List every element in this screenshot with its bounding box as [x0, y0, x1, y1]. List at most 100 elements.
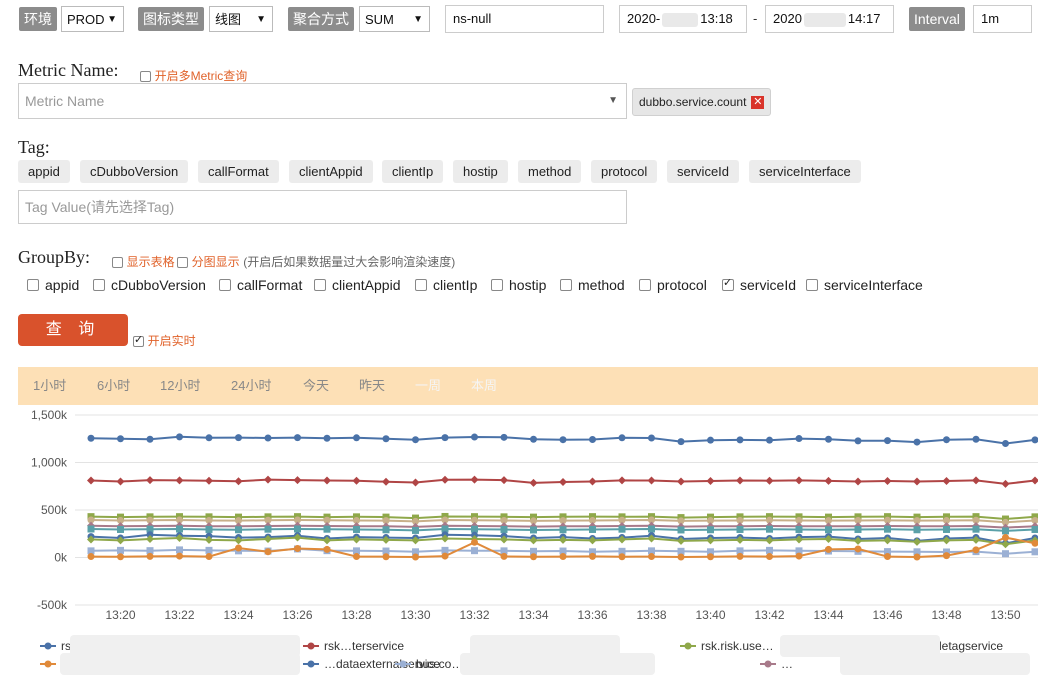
env-select[interactable]: PROD ▼ — [61, 6, 124, 32]
start-time-input[interactable]: 2020- 13:18 — [619, 5, 747, 33]
data-point — [382, 553, 390, 561]
realtime-checkbox[interactable] — [133, 333, 144, 348]
tag-chip-clientip[interactable]: clientIp — [382, 160, 444, 183]
tag-chip-hostip[interactable]: hostip — [453, 160, 508, 183]
data-point — [707, 526, 714, 534]
data-point — [648, 525, 655, 533]
y-tick-label: 0k — [54, 551, 68, 565]
data-point — [736, 552, 744, 560]
range-this-week[interactable]: 本周 — [471, 367, 497, 405]
tag-chip-callformat[interactable]: callFormat — [198, 160, 279, 183]
show-table-checkbox[interactable] — [112, 257, 123, 269]
groupby-option-label: cDubboVersion — [111, 277, 206, 293]
x-tick-label: 13:46 — [872, 608, 902, 622]
groupby-checkbox[interactable] — [219, 279, 231, 292]
data-point — [471, 538, 478, 546]
groupby-option-clientip[interactable]: clientIp — [415, 277, 477, 293]
data-point — [942, 477, 951, 486]
groupby-option-method[interactable]: method — [560, 277, 625, 293]
x-tick-label: 13:34 — [518, 608, 548, 622]
data-point — [412, 553, 419, 561]
data-point — [884, 525, 891, 533]
tag-chip-serviceinterface[interactable]: serviceInterface — [749, 160, 861, 183]
tag-chip-appid[interactable]: appid — [18, 160, 70, 183]
groupby-checkbox[interactable] — [314, 279, 326, 292]
groupby-checkbox[interactable] — [415, 279, 427, 292]
tag-chip-cdubboversion[interactable]: cDubboVersion — [80, 160, 189, 183]
tag-chip-serviceid[interactable]: serviceId — [667, 160, 740, 183]
data-point — [353, 553, 360, 561]
groupby-checkbox[interactable] — [560, 279, 572, 292]
data-point — [559, 477, 567, 486]
groupby-option-callformat[interactable]: callFormat — [219, 277, 302, 293]
groupby-option-hostip[interactable]: hostip — [491, 277, 546, 293]
data-point — [323, 434, 331, 442]
data-point — [972, 546, 980, 554]
data-point — [87, 476, 95, 485]
groupby-checkbox[interactable] — [722, 276, 734, 292]
redacted-mark — [803, 12, 846, 27]
groupby-option-cdubboversion[interactable]: cDubboVersion — [93, 277, 206, 293]
interval-label: Interval — [909, 7, 965, 31]
tag-chip-protocol[interactable]: protocol — [591, 160, 658, 183]
split-chart-toggle[interactable]: 分图显示 (开启后如果数据量过大会影响渲染速度) — [177, 253, 455, 270]
groupby-checkbox[interactable] — [27, 279, 39, 292]
groupby-checkbox[interactable] — [491, 279, 503, 292]
redacted-mark — [60, 653, 300, 675]
range-week[interactable]: 一周 — [415, 367, 441, 405]
data-point — [883, 477, 892, 486]
data-point — [1002, 550, 1009, 558]
data-point — [589, 552, 596, 560]
range-12h[interactable]: 12小时 — [160, 367, 200, 405]
aggregation-label: 聚合方式 — [288, 7, 354, 31]
namespace-input[interactable]: ns-null — [445, 5, 604, 33]
groupby-option-clientappid[interactable]: clientAppid — [314, 277, 401, 293]
end-time-input[interactable]: 2020 14:17 — [765, 5, 894, 33]
range-today[interactable]: 今天 — [303, 367, 329, 405]
query-button[interactable]: 查 询 — [18, 314, 128, 346]
groupby-option-label: method — [578, 277, 625, 293]
range-24h[interactable]: 24小时 — [231, 367, 271, 405]
data-point — [234, 477, 243, 486]
show-table-toggle[interactable]: 显示表格 — [112, 253, 175, 270]
groupby-checkbox[interactable] — [806, 279, 818, 292]
data-point — [913, 438, 921, 446]
chart-type-select[interactable]: 线图 ▼ — [209, 6, 273, 32]
groupby-checkbox[interactable] — [93, 279, 105, 292]
data-point — [471, 547, 478, 555]
groupby-option-serviceid[interactable]: serviceId — [722, 276, 796, 293]
legend-item[interactable]: rsk…terservice — [303, 639, 404, 653]
range-yesterday[interactable]: 昨天 — [359, 367, 385, 405]
aggregation-select[interactable]: SUM ▼ — [359, 6, 430, 32]
legend-item[interactable]: … — [760, 657, 793, 671]
metric-name-input[interactable]: Metric Name ▼ — [18, 83, 627, 119]
tag-chip-method[interactable]: method — [518, 160, 582, 183]
split-chart-checkbox[interactable] — [177, 257, 188, 269]
multi-metric-toggle[interactable]: 开启多Metric查询 — [140, 67, 247, 84]
remove-icon[interactable]: ✕ — [751, 96, 765, 110]
chart-type-label: 图标类型 — [138, 7, 204, 31]
range-6h[interactable]: 6小时 — [97, 367, 130, 405]
groupby-option-protocol[interactable]: protocol — [639, 277, 707, 293]
data-point — [589, 436, 596, 444]
groupby-checkbox[interactable] — [639, 279, 651, 292]
range-1h[interactable]: 1小时 — [33, 367, 66, 405]
groupby-option-serviceinterface[interactable]: serviceInterface — [806, 277, 923, 293]
tag-value-input[interactable]: Tag Value(请先选择Tag) — [18, 190, 627, 224]
env-label: 环境 — [19, 7, 57, 31]
data-point — [707, 553, 714, 561]
data-point — [87, 434, 95, 442]
data-point — [175, 476, 184, 485]
legend-item[interactable]: rsk.risk.use… — [680, 639, 774, 653]
chevron-down-icon: ▼ — [413, 14, 423, 25]
groupby-option-appid[interactable]: appid — [27, 277, 79, 293]
data-point — [972, 525, 980, 533]
data-point — [559, 436, 567, 444]
multi-metric-checkbox[interactable] — [140, 71, 151, 83]
realtime-toggle[interactable]: 开启实时 — [133, 332, 196, 349]
interval-input[interactable]: 1m — [973, 5, 1032, 33]
data-point — [559, 526, 567, 534]
tag-title: Tag: — [18, 137, 50, 157]
selected-metric-chip[interactable]: dubbo.service.count ✕ — [632, 88, 772, 116]
tag-chip-clientappid[interactable]: clientAppid — [289, 160, 373, 183]
